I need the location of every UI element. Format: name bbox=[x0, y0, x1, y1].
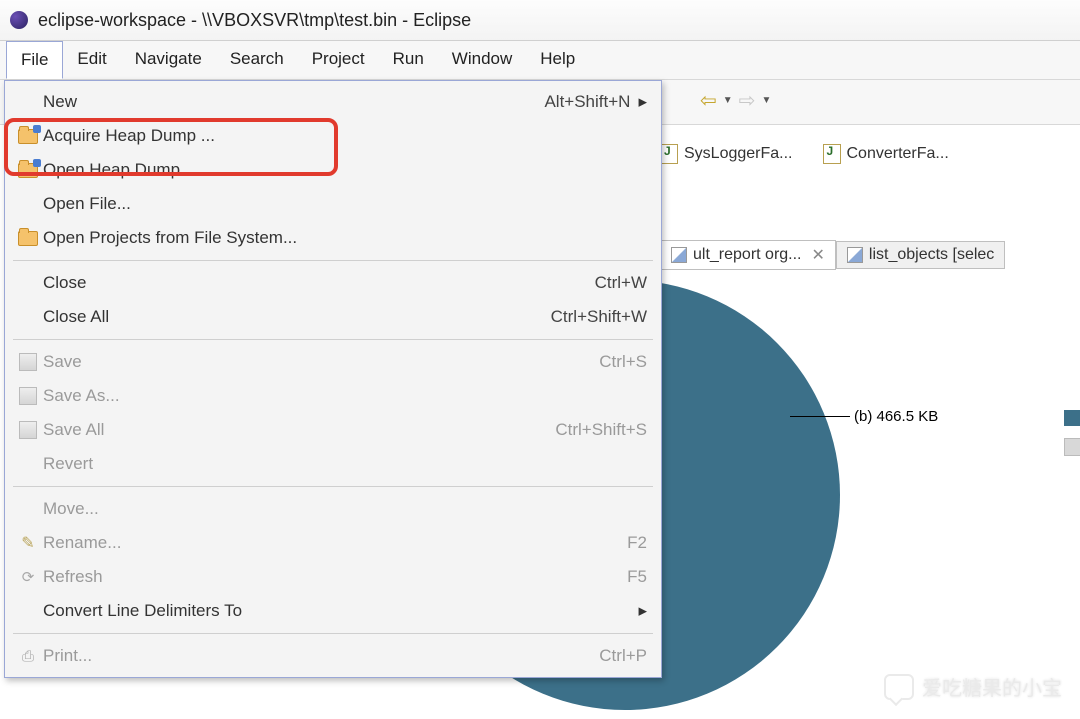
file-menu-item[interactable]: Convert Line Delimiters To ▸ bbox=[5, 594, 661, 628]
editor-file-label: ConverterFa... bbox=[847, 145, 949, 163]
submenu-arrow-icon: ▸ bbox=[638, 601, 647, 621]
menu-item-shortcut: Ctrl+W bbox=[583, 273, 647, 293]
menu-window[interactable]: Window bbox=[438, 41, 526, 79]
menu-item-label: Save All bbox=[43, 420, 543, 440]
menu-item-label: Open Projects from File System... bbox=[43, 228, 647, 248]
file-menu-item: Move... bbox=[5, 492, 661, 526]
menu-item-label: Open Heap Dump... bbox=[43, 160, 647, 180]
menu-file[interactable]: File bbox=[6, 41, 63, 79]
window-title-bar: eclipse-workspace - \\VBOXSVR\tmp\test.b… bbox=[0, 0, 1080, 41]
file-menu-item[interactable]: Open Projects from File System... bbox=[5, 221, 661, 255]
file-menu-dropdown: NewAlt+Shift+N ▸ Acquire Heap Dump ... Open… bbox=[4, 80, 662, 678]
menu-item-shortcut: Ctrl+P bbox=[587, 646, 647, 666]
tab-label: ult_report org... bbox=[693, 246, 802, 264]
menu-project[interactable]: Project bbox=[298, 41, 379, 79]
workspace: ⇦ ▼ ⇨ ▼ SysLoggerFa... ConverterFa... ul… bbox=[0, 80, 1080, 719]
menu-item-shortcut: Alt+Shift+N bbox=[532, 92, 630, 112]
legend-swatch bbox=[1064, 438, 1080, 456]
menu-separator bbox=[13, 339, 653, 340]
tab-close-icon[interactable]: ✕ bbox=[812, 245, 825, 265]
callout-label: (b) 466.5 KB bbox=[854, 408, 938, 425]
file-menu-item[interactable]: Acquire Heap Dump ... bbox=[5, 119, 661, 153]
tab-inactive[interactable]: list_objects [selec bbox=[836, 241, 1005, 269]
editor-file[interactable]: ConverterFa... bbox=[823, 144, 949, 164]
file-menu-item[interactable]: Open Heap Dump... bbox=[5, 153, 661, 187]
menu-item-label: Save As... bbox=[43, 386, 647, 406]
watermark-text: 爱吃糖果的小宝 bbox=[922, 672, 1062, 701]
editor-file-label: SysLoggerFa... bbox=[684, 145, 793, 163]
menu-item-shortcut: F2 bbox=[615, 533, 647, 553]
file-menu-item: Save As... bbox=[5, 379, 661, 413]
menu-item-label: Save bbox=[43, 352, 587, 372]
menu-item-shortcut: Ctrl+Shift+W bbox=[539, 307, 647, 327]
file-menu-item[interactable]: NewAlt+Shift+N ▸ bbox=[5, 85, 661, 119]
menu-item-shortcut: Ctrl+Shift+S bbox=[543, 420, 647, 440]
nav-back-drop[interactable]: ▼ bbox=[723, 95, 733, 106]
callout-line bbox=[790, 416, 850, 417]
menu-item-label: Refresh bbox=[43, 567, 615, 587]
file-menu-item: Revert bbox=[5, 447, 661, 481]
tab-label: list_objects [selec bbox=[869, 246, 994, 264]
menu-item-label: New bbox=[43, 92, 532, 112]
window-title: eclipse-workspace - \\VBOXSVR\tmp\test.b… bbox=[38, 10, 471, 31]
menu-help[interactable]: Help bbox=[526, 41, 589, 79]
nav-fwd-icon[interactable]: ⇨ bbox=[739, 88, 756, 113]
menu-separator bbox=[13, 260, 653, 261]
nav-back-icon[interactable]: ⇦ bbox=[700, 88, 717, 113]
legend-swatch bbox=[1064, 410, 1080, 426]
report-icon bbox=[671, 247, 687, 263]
menu-item-label: Acquire Heap Dump ... bbox=[43, 126, 647, 146]
menu-separator bbox=[13, 633, 653, 634]
file-menu-item[interactable]: CloseCtrl+W bbox=[5, 266, 661, 300]
menu-separator bbox=[13, 486, 653, 487]
nav-history: ⇦ ▼ ⇨ ▼ bbox=[700, 88, 771, 113]
open-editors: SysLoggerFa... ConverterFa... bbox=[660, 136, 949, 172]
wechat-icon bbox=[884, 674, 914, 700]
file-menu-item[interactable]: Close AllCtrl+Shift+W bbox=[5, 300, 661, 334]
eclipse-icon bbox=[10, 11, 28, 29]
editor-file[interactable]: SysLoggerFa... bbox=[660, 144, 793, 164]
java-file-icon bbox=[823, 144, 841, 164]
file-menu-item: ⎙Print...Ctrl+P bbox=[5, 639, 661, 673]
tab-active[interactable]: ult_report org... ✕ bbox=[660, 240, 836, 270]
menu-navigate[interactable]: Navigate bbox=[121, 41, 216, 79]
file-menu-item: ✎Rename...F2 bbox=[5, 526, 661, 560]
submenu-arrow-icon: ▸ bbox=[638, 92, 647, 112]
menu-item-label: Rename... bbox=[43, 533, 615, 553]
file-menu-item: Save AllCtrl+Shift+S bbox=[5, 413, 661, 447]
menu-item-label: Close bbox=[43, 273, 583, 293]
menu-item-label: Open File... bbox=[43, 194, 647, 214]
nav-fwd-drop[interactable]: ▼ bbox=[761, 95, 771, 106]
file-menu-item: SaveCtrl+S bbox=[5, 345, 661, 379]
file-menu-item: ⟳RefreshF5 bbox=[5, 560, 661, 594]
menu-edit[interactable]: Edit bbox=[63, 41, 120, 79]
file-menu-item[interactable]: Open File... bbox=[5, 187, 661, 221]
menu-item-shortcut: Ctrl+S bbox=[587, 352, 647, 372]
report-icon bbox=[847, 247, 863, 263]
menu-bar: File Edit Navigate Search Project Run Wi… bbox=[0, 41, 1080, 80]
java-file-icon bbox=[660, 144, 678, 164]
menu-item-label: Move... bbox=[43, 499, 647, 519]
menu-item-label: Close All bbox=[43, 307, 539, 327]
menu-run[interactable]: Run bbox=[379, 41, 438, 79]
menu-item-shortcut: F5 bbox=[615, 567, 647, 587]
menu-item-label: Print... bbox=[43, 646, 587, 666]
editor-tabs: ult_report org... ✕ list_objects [selec bbox=[660, 238, 1005, 272]
menu-search[interactable]: Search bbox=[216, 41, 298, 79]
menu-item-label: Convert Line Delimiters To bbox=[43, 601, 630, 621]
watermark: 爱吃糖果的小宝 bbox=[884, 672, 1062, 701]
menu-item-label: Revert bbox=[43, 454, 647, 474]
